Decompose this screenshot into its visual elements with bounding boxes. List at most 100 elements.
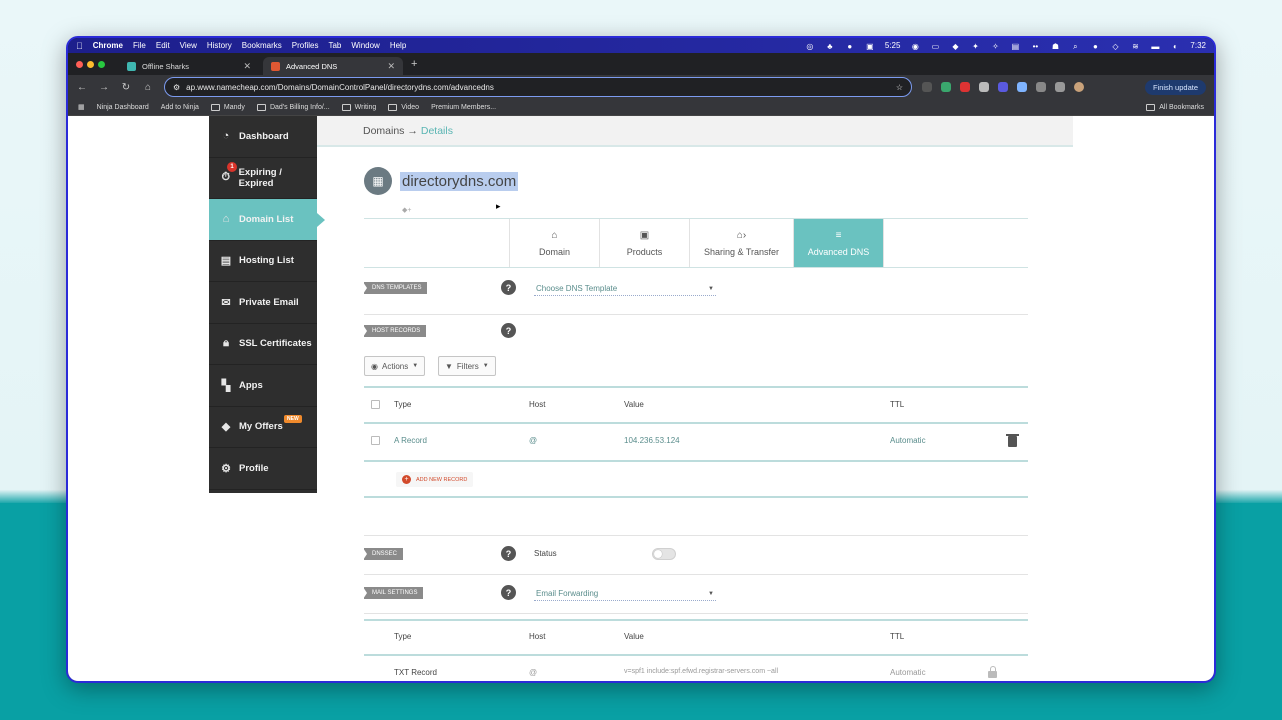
sidebar-item-domain-list[interactable]: ⌂ Domain List — [209, 199, 325, 241]
profile-avatar-icon[interactable] — [1074, 82, 1084, 92]
menu-view[interactable]: View — [180, 41, 197, 50]
side-panel-icon[interactable] — [1055, 82, 1065, 92]
clock[interactable]: 7:32 — [1190, 41, 1206, 50]
domain-name[interactable]: directorydns.com — [400, 171, 519, 191]
extension-icon[interactable] — [998, 82, 1008, 92]
extension-icon[interactable] — [979, 82, 989, 92]
menu-app-name[interactable]: Chrome — [93, 41, 123, 50]
home-icon[interactable]: ⌂ — [142, 82, 154, 93]
help-icon[interactable]: ? — [501, 585, 516, 600]
status-icon[interactable]: •• — [1030, 42, 1040, 51]
extension-icon[interactable] — [922, 82, 932, 92]
puzzle-icon[interactable] — [1036, 82, 1046, 92]
extension-icon[interactable] — [960, 82, 970, 92]
breadcrumb-current[interactable]: Details — [421, 125, 453, 137]
column-header-type[interactable]: Type — [394, 632, 411, 641]
battery-icon[interactable]: ▬ — [1150, 42, 1160, 51]
search-icon[interactable]: ⌕ — [1070, 42, 1080, 51]
apple-icon[interactable]:  — [76, 41, 83, 51]
status-icon[interactable]: ◉ — [910, 42, 920, 51]
wifi-icon[interactable]: ≋ — [1130, 42, 1140, 51]
bookmark-item[interactable]: Ninja Dashboard — [97, 104, 149, 111]
menu-edit[interactable]: Edit — [156, 41, 170, 50]
extension-icon[interactable] — [941, 82, 951, 92]
close-window-button[interactable] — [76, 60, 83, 68]
bookmark-folder[interactable]: Mandy — [210, 103, 245, 111]
browser-tab-active[interactable]: Advanced DNS ✕ — [263, 57, 403, 75]
status-icon[interactable]: ◎ — [805, 42, 815, 51]
menu-bookmarks[interactable]: Bookmarks — [242, 41, 282, 50]
menu-tab[interactable]: Tab — [328, 41, 341, 50]
actions-dropdown[interactable]: ◉ Actions ▼ — [364, 356, 426, 376]
status-icon[interactable]: ● — [845, 42, 855, 51]
sidebar-item-hosting-list[interactable]: ▤ Hosting List — [209, 241, 317, 282]
tab-advanced-dns[interactable]: ≡ Advanced DNS — [793, 219, 883, 267]
add-new-record-button[interactable]: + ADD NEW RECORD — [396, 472, 474, 487]
bookmark-folder[interactable]: Dad's Billing Info/... — [256, 103, 330, 111]
select-all-checkbox[interactable] — [371, 400, 380, 409]
menu-file[interactable]: File — [133, 41, 146, 50]
display-icon[interactable]: ▤ — [1010, 42, 1020, 51]
column-header-value[interactable]: Value — [624, 632, 644, 641]
bookmark-folder[interactable]: Video — [388, 103, 419, 111]
control-center-icon[interactable]: ◐ — [1170, 42, 1180, 51]
status-icon[interactable]: ☗ — [1050, 42, 1060, 51]
bookmark-item[interactable]: Premium Members... — [431, 104, 496, 111]
menu-history[interactable]: History — [207, 41, 232, 50]
menu-profiles[interactable]: Profiles — [292, 41, 319, 50]
status-icon[interactable]: ▣ — [865, 42, 875, 51]
sidebar-item-ssl[interactable]: 🔒︎ SSL Certificates — [209, 324, 317, 365]
column-header-host[interactable]: Host — [529, 400, 545, 409]
filters-dropdown[interactable]: ▼ Filters ▼ — [438, 356, 496, 376]
menu-window[interactable]: Window — [351, 41, 379, 50]
status-icon[interactable]: ◇ — [1110, 42, 1120, 51]
bookmark-folder[interactable]: Writing — [341, 103, 376, 111]
column-header-ttl[interactable]: TTL — [890, 400, 904, 409]
sidebar-item-private-email[interactable]: ✉ Private Email — [209, 282, 317, 324]
bookmark-item[interactable]: Add to Ninja — [161, 104, 199, 111]
url-text[interactable]: ap.www.namecheap.com/Domains/DomainContr… — [186, 83, 890, 92]
status-icon[interactable]: ▭ — [930, 42, 940, 51]
apps-grid-icon[interactable]: ▦ — [78, 103, 85, 111]
menu-help[interactable]: Help — [390, 41, 406, 50]
record-host[interactable]: @ — [529, 668, 537, 677]
forward-icon[interactable]: → — [98, 82, 110, 93]
record-type[interactable]: A Record — [394, 436, 427, 445]
extension-icon[interactable] — [1017, 82, 1027, 92]
record-type[interactable]: TXT Record — [394, 668, 437, 677]
status-icon[interactable]: ♣ — [825, 42, 835, 51]
tab-domain[interactable]: ⌂ Domain — [509, 219, 599, 267]
browser-tab[interactable]: Offline Sharks ✕ — [119, 57, 259, 75]
all-bookmarks[interactable]: All Bookmarks — [1146, 103, 1204, 111]
row-checkbox[interactable] — [371, 436, 380, 445]
help-icon[interactable]: ? — [501, 323, 516, 338]
maximize-window-button[interactable] — [98, 60, 105, 68]
column-header-ttl[interactable]: TTL — [890, 632, 904, 641]
dropbox-icon[interactable]: ✦ — [970, 42, 980, 51]
minimize-window-button[interactable] — [87, 60, 94, 68]
record-ttl[interactable]: Automatic — [890, 436, 926, 445]
record-value[interactable]: v=spf1 include:spf.efwd.registrar-server… — [624, 668, 778, 675]
address-bar[interactable]: ⚙ ap.www.namecheap.com/Domains/DomainCon… — [164, 77, 912, 97]
column-header-value[interactable]: Value — [624, 400, 644, 409]
record-value[interactable]: 104.236.53.124 — [624, 436, 680, 445]
close-tab-icon[interactable]: ✕ — [243, 61, 251, 72]
tab-products[interactable]: ▣ Products — [599, 219, 689, 267]
sidebar-item-profile[interactable]: ⚙ Profile — [209, 448, 317, 490]
battery-time[interactable]: 5:25 — [885, 41, 901, 50]
breadcrumb-root[interactable]: Domains → — [363, 125, 418, 137]
reload-icon[interactable]: ↻ — [120, 82, 132, 93]
finish-update-button[interactable]: Finish update — [1144, 79, 1206, 95]
close-tab-icon[interactable]: ✕ — [387, 61, 395, 72]
column-header-host[interactable]: Host — [529, 632, 545, 641]
dns-template-select[interactable]: Choose DNS Template ▼ — [534, 282, 716, 296]
record-host[interactable]: @ — [529, 436, 537, 445]
trash-icon[interactable] — [1006, 434, 1019, 447]
sidebar-item-apps[interactable]: ▚ Apps — [209, 365, 317, 407]
mail-settings-select[interactable]: Email Forwarding ▼ — [534, 587, 716, 601]
help-icon[interactable]: ? — [501, 280, 516, 295]
tag-icon[interactable]: ◆+ — [402, 206, 411, 214]
status-icon[interactable]: ◆ — [950, 42, 960, 51]
record-ttl[interactable]: Automatic — [890, 668, 926, 677]
bookmark-star-icon[interactable]: ☆ — [896, 83, 903, 92]
